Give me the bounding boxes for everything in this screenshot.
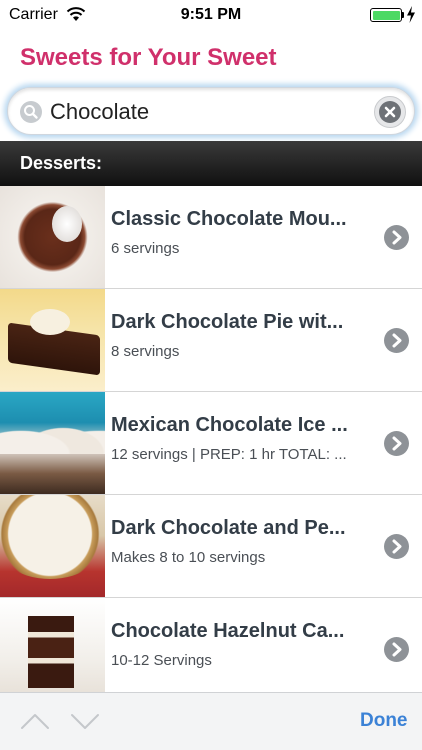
recipe-thumbnail — [0, 598, 105, 700]
done-button[interactable]: Done — [360, 710, 408, 732]
page-title: Sweets for Your Sweet — [20, 44, 277, 71]
chevron-down-icon[interactable] — [70, 709, 100, 733]
recipe-thumbnail — [0, 186, 105, 288]
close-icon — [379, 101, 401, 123]
clear-search-button[interactable] — [374, 96, 406, 128]
search-icon — [20, 101, 42, 123]
battery-icon — [370, 8, 402, 22]
recipe-subtitle: 6 servings — [111, 240, 180, 257]
recipe-subtitle: 12 servings | PREP: 1 hr TOTAL: ... — [111, 446, 347, 463]
list-item[interactable]: Mexican Chocolate Ice ... 12 servings | … — [0, 392, 422, 495]
recipe-thumbnail — [0, 392, 105, 494]
section-label: Desserts: — [20, 153, 103, 173]
chevron-right-icon[interactable] — [384, 431, 409, 456]
recipe-subtitle: 10-12 Servings — [111, 652, 212, 669]
search-bar[interactable] — [7, 87, 415, 135]
chevron-right-icon[interactable] — [384, 534, 409, 559]
status-bar: Carrier 9:51 PM — [0, 0, 422, 30]
recipe-thumbnail — [0, 495, 105, 597]
clock: 9:51 PM — [180, 6, 242, 23]
recipe-subtitle: 8 servings — [111, 343, 180, 360]
section-header: Desserts: — [0, 141, 422, 186]
recipe-title: Chocolate Hazelnut Ca... — [111, 620, 345, 642]
recipe-list: Classic Chocolate Mou... 6 servings Dark… — [0, 186, 422, 701]
list-item[interactable]: Dark Chocolate and Pe... Makes 8 to 10 s… — [0, 495, 422, 598]
keyboard-toolbar: Done — [0, 692, 422, 750]
recipe-thumbnail — [0, 289, 105, 391]
recipe-title: Mexican Chocolate Ice ... — [111, 414, 348, 436]
list-item[interactable]: Chocolate Hazelnut Ca... 10-12 Servings — [0, 598, 422, 701]
search-input[interactable] — [50, 97, 370, 127]
list-item[interactable]: Classic Chocolate Mou... 6 servings — [0, 186, 422, 289]
battery-tip — [402, 12, 404, 18]
recipe-subtitle: Makes 8 to 10 servings — [111, 549, 266, 566]
charging-icon — [407, 6, 415, 23]
recipe-title: Dark Chocolate and Pe... — [111, 517, 346, 539]
recipe-title: Classic Chocolate Mou... — [111, 208, 347, 230]
chevron-right-icon[interactable] — [384, 637, 409, 662]
chevron-up-icon[interactable] — [20, 709, 50, 733]
list-item[interactable]: Dark Chocolate Pie wit... 8 servings — [0, 289, 422, 392]
chevron-right-icon[interactable] — [384, 328, 409, 353]
recipe-title: Dark Chocolate Pie wit... — [111, 311, 344, 333]
chevron-right-icon[interactable] — [384, 225, 409, 250]
